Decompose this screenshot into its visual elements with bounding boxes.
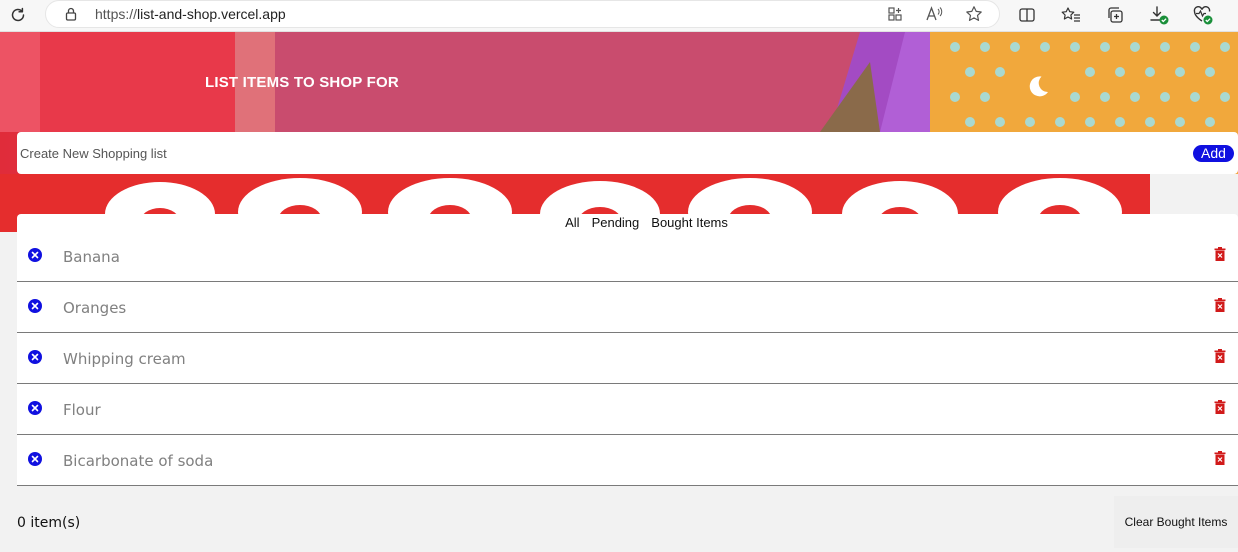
trash-icon[interactable]	[1214, 247, 1226, 261]
tab-pending[interactable]: Pending	[592, 214, 640, 232]
new-list-input[interactable]	[17, 132, 1187, 174]
filter-tabs: All Pending Bought Items	[17, 214, 1238, 232]
address-bar[interactable]: https://list-and-shop.vercel.app	[45, 0, 1000, 28]
list-item: Whipping cream	[17, 333, 1238, 384]
list-item: Banana	[17, 231, 1238, 282]
close-circle-icon[interactable]	[27, 247, 43, 263]
favorites-icon[interactable]	[1060, 4, 1082, 26]
trash-icon[interactable]	[1214, 400, 1226, 414]
page-title: LIST ITEMS TO SHOP FOR	[205, 74, 399, 91]
favorite-star-icon[interactable]	[965, 5, 983, 23]
new-list-form: Add	[17, 132, 1238, 174]
close-circle-icon[interactable]	[27, 298, 43, 314]
browser-essentials-icon[interactable]	[1192, 4, 1214, 26]
close-circle-icon[interactable]	[27, 400, 43, 416]
shopping-list: All Pending Bought Items Banana Oranges …	[17, 214, 1238, 486]
split-screen-icon[interactable]	[1016, 4, 1038, 26]
list-item: Bicarbonate of soda	[17, 435, 1238, 486]
reload-icon[interactable]	[6, 3, 30, 27]
list-item: Oranges	[17, 282, 1238, 333]
trash-icon[interactable]	[1214, 298, 1226, 312]
downloads-icon[interactable]	[1148, 4, 1170, 26]
close-circle-icon[interactable]	[27, 451, 43, 467]
tab-bought-items[interactable]: Bought Items	[651, 214, 728, 232]
lock-icon[interactable]	[63, 6, 79, 22]
trash-icon[interactable]	[1214, 349, 1226, 363]
list-item-name: Whipping cream	[63, 350, 186, 368]
clear-bought-items-button[interactable]: Clear Bought Items	[1114, 496, 1238, 548]
collections-icon[interactable]	[1104, 4, 1126, 26]
list-item-name: Banana	[63, 248, 120, 266]
url-protocol: https://	[95, 6, 138, 22]
trash-icon[interactable]	[1214, 451, 1226, 465]
add-button[interactable]: Add	[1193, 145, 1234, 162]
app-available-icon[interactable]	[886, 5, 904, 23]
list-item-name: Bicarbonate of soda	[63, 452, 214, 470]
items-count: 0 item(s)	[17, 515, 81, 531]
list-item-name: Oranges	[63, 299, 127, 317]
url-text[interactable]: https://list-and-shop.vercel.app	[95, 6, 286, 22]
browser-toolbar: https://list-and-shop.vercel.app	[0, 0, 1238, 32]
read-aloud-icon[interactable]	[925, 5, 943, 23]
url-host: list-and-shop.vercel.app	[137, 6, 286, 22]
close-circle-icon[interactable]	[27, 349, 43, 365]
tab-all[interactable]: All	[565, 214, 579, 232]
list-item-name: Flour	[63, 401, 101, 419]
list-item: Flour	[17, 384, 1238, 435]
moon-icon[interactable]	[1024, 72, 1052, 100]
